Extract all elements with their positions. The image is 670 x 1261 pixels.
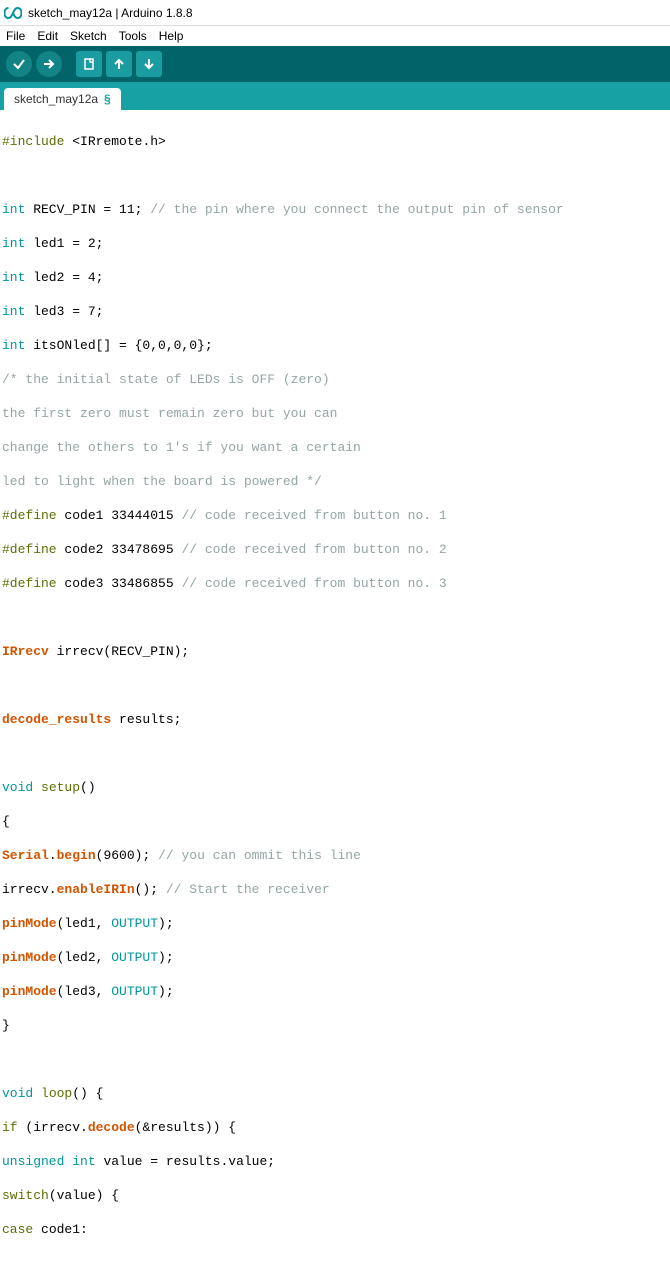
- tok: switch: [2, 1188, 49, 1203]
- verify-button[interactable]: [6, 51, 32, 77]
- tok: (led3,: [57, 984, 112, 999]
- arrow-up-icon: [112, 57, 126, 71]
- tok: led1 = 2;: [25, 236, 103, 251]
- tok: decode: [88, 1120, 135, 1135]
- arrow-right-icon: [42, 57, 56, 71]
- tok: IRrecv: [2, 644, 49, 659]
- tok: if: [2, 1120, 18, 1135]
- tok: (9600);: [96, 848, 158, 863]
- tok: code3 33486855: [57, 576, 182, 591]
- window-titlebar: sketch_may12a | Arduino 1.8.8: [0, 0, 670, 26]
- tok: );: [158, 950, 174, 965]
- tok: // Start the receiver: [166, 882, 330, 897]
- tok: case: [2, 1222, 33, 1237]
- tok: // the pin where you connect the output …: [150, 202, 563, 217]
- tok: results;: [111, 712, 181, 727]
- tok: OUTPUT: [111, 950, 158, 965]
- tok: int: [2, 304, 25, 319]
- tok: code2 33478695: [57, 542, 182, 557]
- tok: );: [158, 916, 174, 931]
- save-button[interactable]: [136, 51, 162, 77]
- tok: /* the initial state of LEDs is OFF (zer…: [2, 372, 330, 387]
- tok: irrecv(RECV_PIN);: [49, 644, 189, 659]
- tok: () {: [72, 1086, 103, 1101]
- tok: itsONled[] = {0,0,0,0};: [25, 338, 212, 353]
- tok: #define: [2, 576, 57, 591]
- tok: OUTPUT: [111, 916, 158, 931]
- tab-sketch[interactable]: sketch_may12a §: [4, 88, 121, 110]
- upload-button[interactable]: [36, 51, 62, 77]
- tok: pinMode: [2, 984, 57, 999]
- menu-sketch[interactable]: Sketch: [66, 28, 111, 44]
- tok: (irrecv.: [18, 1120, 88, 1135]
- tab-label: sketch_may12a: [14, 92, 98, 106]
- tok: pinMode: [2, 916, 57, 931]
- tok: led to light when the board is powered *…: [2, 474, 322, 489]
- open-button[interactable]: [106, 51, 132, 77]
- tok: int: [2, 236, 25, 251]
- tok: #include: [2, 134, 64, 149]
- tok: code1:: [33, 1222, 88, 1237]
- tok: led2 = 4;: [25, 270, 103, 285]
- tok: enableIRIn: [57, 882, 135, 897]
- tok: // you can ommit this line: [158, 848, 361, 863]
- tok: #define: [2, 508, 57, 523]
- tab-modified-indicator: §: [104, 92, 111, 106]
- tok: .: [49, 848, 57, 863]
- tok: RECV_PIN = 11;: [25, 202, 150, 217]
- tab-bar: sketch_may12a §: [0, 82, 670, 110]
- tok: int: [2, 338, 25, 353]
- tok: }: [2, 1018, 10, 1033]
- tok: // code received from button no. 2: [181, 542, 446, 557]
- menu-help[interactable]: Help: [155, 28, 188, 44]
- tok: );: [158, 984, 174, 999]
- tok: the first zero must remain zero but you …: [2, 406, 337, 421]
- menu-file[interactable]: File: [2, 28, 29, 44]
- new-file-icon: [82, 57, 96, 71]
- tok: Serial: [2, 848, 49, 863]
- tok: change the others to 1's if you want a c…: [2, 440, 361, 455]
- window-title: sketch_may12a | Arduino 1.8.8: [28, 6, 193, 20]
- tok: void: [2, 1086, 33, 1101]
- tok: loop: [41, 1086, 72, 1101]
- new-button[interactable]: [76, 51, 102, 77]
- menu-edit[interactable]: Edit: [33, 28, 62, 44]
- tok: (led2,: [57, 950, 112, 965]
- tok: OUTPUT: [111, 984, 158, 999]
- tok: int: [2, 202, 25, 217]
- tok: (): [80, 780, 96, 795]
- tok: irrecv.: [2, 882, 57, 897]
- tok: pinMode: [2, 950, 57, 965]
- check-icon: [12, 57, 26, 71]
- tok: // code received from button no. 1: [181, 508, 446, 523]
- menu-tools[interactable]: Tools: [115, 28, 151, 44]
- tok: setup: [41, 780, 80, 795]
- tok: (value) {: [49, 1188, 119, 1203]
- tok: void: [2, 780, 33, 795]
- tok: int: [2, 270, 25, 285]
- toolbar: [0, 46, 670, 82]
- tok: value = results.value;: [96, 1154, 275, 1169]
- tok: {: [2, 814, 10, 829]
- arrow-down-icon: [142, 57, 156, 71]
- arduino-logo-icon: [4, 4, 22, 22]
- tok: (&results)) {: [135, 1120, 236, 1135]
- tok: <IRremote.h>: [72, 134, 166, 149]
- tok: #define: [2, 542, 57, 557]
- tok: unsigned: [2, 1154, 64, 1169]
- tok: decode_results: [2, 712, 111, 727]
- tok: ();: [135, 882, 166, 897]
- tok: led3 = 7;: [25, 304, 103, 319]
- tok: // code received from button no. 3: [181, 576, 446, 591]
- tok: code1 33444015: [57, 508, 182, 523]
- menu-bar: File Edit Sketch Tools Help: [0, 26, 670, 46]
- code-editor[interactable]: #include <IRremote.h> int RECV_PIN = 11;…: [0, 110, 670, 1261]
- tok: begin: [57, 848, 96, 863]
- tok: (led1,: [57, 916, 112, 931]
- tok: int: [72, 1154, 95, 1169]
